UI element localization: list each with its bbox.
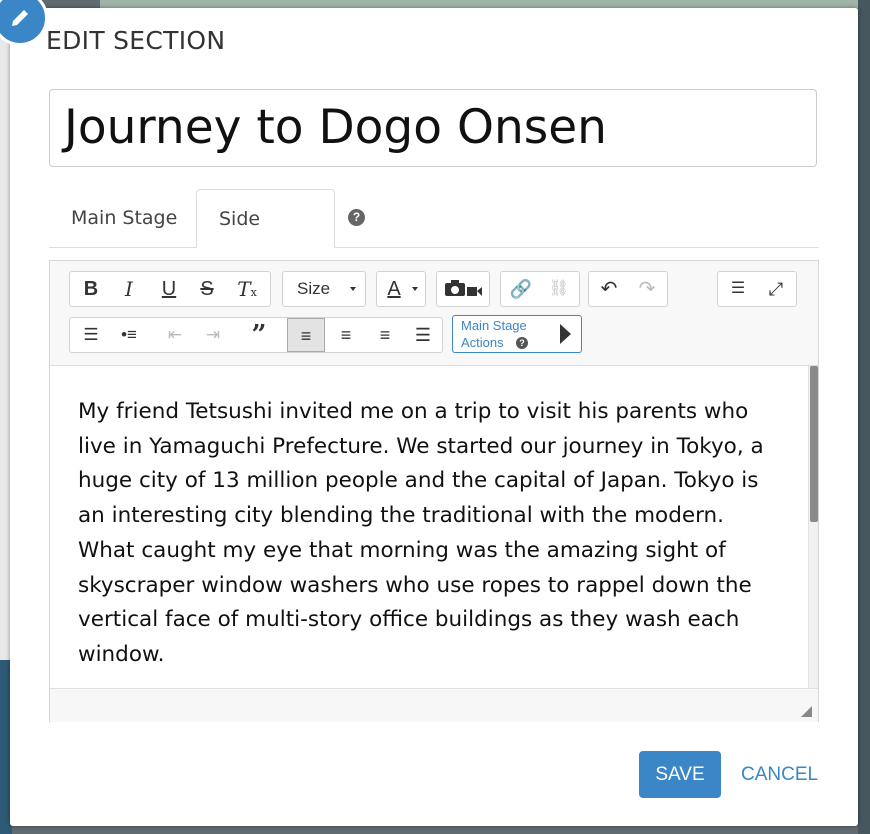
help-icon[interactable]: ? <box>516 337 528 349</box>
editor-toolbar: B I U S Tx Size A 🔗 ⛓ ↶ ↷ ☰ ⤢ ☰ •≡ ⇤ ⇥ ”… <box>50 261 818 366</box>
text-color-icon: A <box>387 278 401 300</box>
numbered-list-icon[interactable]: ☰ <box>72 318 110 352</box>
cancel-button[interactable]: CANCEL <box>741 751 818 798</box>
text-color-button[interactable]: A <box>376 271 426 307</box>
justify-icon[interactable]: ☰ <box>404 318 442 352</box>
editor-scrollbar[interactable] <box>808 366 818 688</box>
resize-handle-icon[interactable] <box>801 706 812 717</box>
size-dropdown-label: Size <box>297 279 331 298</box>
main-stage-actions-label-2: Actions <box>461 335 504 350</box>
rich-text-editor: B I U S Tx Size A 🔗 ⛓ ↶ ↷ ☰ ⤢ ☰ •≡ ⇤ ⇥ ”… <box>49 260 819 722</box>
redo-icon[interactable]: ↷ <box>628 272 666 306</box>
media-icon <box>445 280 482 296</box>
maximize-icon[interactable]: ⤢ <box>757 272 795 306</box>
blockquote-icon[interactable]: ” <box>240 318 278 352</box>
dialog-title: EDIT SECTION <box>46 26 226 55</box>
paragraph-group: ☰ •≡ ⇤ ⇥ ” ≡ ≡ ≡ ☰ <box>69 317 443 353</box>
background-map-right <box>858 0 870 834</box>
strikethrough-icon[interactable]: S <box>188 272 226 306</box>
link-icon[interactable]: 🔗 <box>502 272 540 306</box>
tab-bar: Main Stage Side Panel ? <box>49 189 819 288</box>
chevron-down-icon <box>350 287 356 291</box>
size-dropdown[interactable]: Size <box>282 271 366 307</box>
view-group: ☰ ⤢ <box>717 271 797 307</box>
media-button[interactable] <box>436 271 490 307</box>
indent-icon[interactable]: ⇥ <box>194 318 232 352</box>
italic-icon[interactable]: I <box>110 272 148 306</box>
tab-side-panel[interactable]: Side Panel <box>196 189 335 288</box>
underline-icon[interactable]: U <box>150 272 188 306</box>
tab-main-stage[interactable]: Main Stage <box>49 189 199 247</box>
editor-status-bar <box>50 688 818 722</box>
bulleted-list-icon[interactable]: •≡ <box>110 318 148 352</box>
unlink-icon[interactable]: ⛓ <box>540 272 578 306</box>
align-center-icon[interactable]: ≡ <box>327 318 365 352</box>
main-stage-actions-label-1: Main Stage <box>461 318 527 333</box>
editor-content[interactable]: My friend Tetsushi invited me on a trip … <box>50 366 808 688</box>
edit-badge <box>0 0 48 46</box>
edit-section-dialog: EDIT SECTION Journey to Dogo Onsen Main … <box>0 0 858 826</box>
pencil-icon <box>12 10 28 26</box>
section-title-input[interactable]: Journey to Dogo Onsen <box>49 89 817 167</box>
format-group: B I U S Tx <box>69 271 271 307</box>
link-group: 🔗 ⛓ <box>500 271 580 307</box>
outdent-icon[interactable]: ⇤ <box>156 318 194 352</box>
body-paragraph[interactable]: My friend Tetsushi invited me on a trip … <box>78 395 778 673</box>
bold-icon[interactable]: B <box>72 272 110 306</box>
save-button[interactable]: SAVE <box>639 751 721 798</box>
source-icon[interactable]: ☰ <box>719 272 757 306</box>
chevron-down-icon <box>412 287 418 291</box>
help-icon[interactable]: ? <box>348 209 365 226</box>
play-arrow-icon <box>560 324 571 344</box>
remove-format-icon[interactable]: Tx <box>228 272 266 306</box>
scrollbar-thumb[interactable] <box>810 366 818 522</box>
undo-icon[interactable]: ↶ <box>590 272 628 306</box>
main-stage-actions-button[interactable]: Main Stage Actions ? <box>452 315 582 353</box>
history-group: ↶ ↷ <box>588 271 668 307</box>
align-left-icon[interactable]: ≡ <box>287 318 325 352</box>
align-right-icon[interactable]: ≡ <box>366 318 404 352</box>
